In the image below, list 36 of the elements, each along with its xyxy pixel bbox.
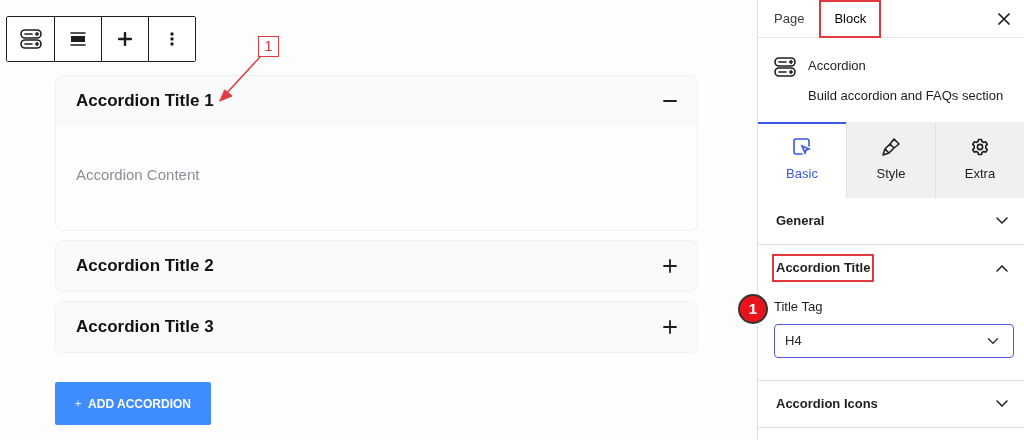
chevron-up-icon xyxy=(996,264,1008,272)
accordion-content: Accordion Content xyxy=(76,165,201,185)
accordion-title: Accordion Title 1 xyxy=(76,90,214,113)
accordion-icon xyxy=(19,28,42,50)
gear-icon xyxy=(971,138,989,157)
accordion-header[interactable]: Accordion Title 2 xyxy=(56,241,697,291)
callout-number: 1 xyxy=(258,36,279,57)
chevron-down-icon xyxy=(996,399,1008,408)
plus-icon xyxy=(75,397,82,410)
plus-icon xyxy=(663,320,677,334)
cursor-icon xyxy=(793,138,811,157)
sidebar-tab[interactable]: Page xyxy=(774,0,820,38)
block-description: Build accordion and FAQs section xyxy=(808,86,1004,105)
accordion-title: Accordion Title 3 xyxy=(76,316,214,339)
block-name: Accordion xyxy=(808,57,867,75)
field-label: Title Tag xyxy=(774,298,824,316)
accordion-header[interactable]: Accordion Title 1 xyxy=(56,76,697,126)
brush-icon xyxy=(882,138,900,157)
chevron-down-icon xyxy=(996,217,1008,225)
sidebar-tab[interactable]: Block xyxy=(819,0,882,38)
title-tag-select[interactable]: H4 xyxy=(774,323,1014,358)
accordion-icon xyxy=(774,56,796,78)
section-title: General xyxy=(775,212,826,231)
accordion-header[interactable]: Accordion Title 3 xyxy=(56,302,697,352)
accordion-title: Accordion Title 2 xyxy=(76,255,214,278)
panel-tab[interactable]: Extra xyxy=(935,122,1024,198)
close-button[interactable] xyxy=(996,10,1012,27)
align-icon xyxy=(70,31,86,47)
more-button[interactable] xyxy=(148,17,195,61)
plus-icon xyxy=(118,32,132,46)
section-title: Accordion Icons xyxy=(775,394,879,413)
section-title: Accordion Title xyxy=(774,256,873,280)
more-icon xyxy=(170,31,174,47)
plus-icon xyxy=(663,259,677,273)
panel-tab[interactable]: Style xyxy=(846,122,935,198)
close-icon xyxy=(998,12,1010,25)
